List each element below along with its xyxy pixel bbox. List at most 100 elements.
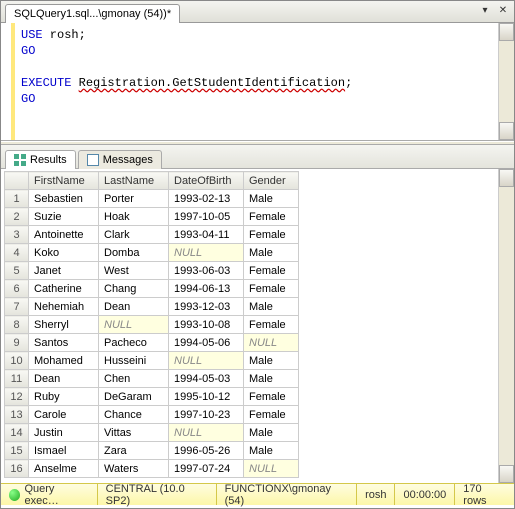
tab-close-icon[interactable]: ✕ [496,3,510,17]
cell[interactable]: Vittas [99,424,169,442]
row-number[interactable]: 7 [5,298,29,316]
cell[interactable]: NULL [169,352,244,370]
cell[interactable]: Mohamed [29,352,99,370]
row-number[interactable]: 5 [5,262,29,280]
cell[interactable]: Female [244,262,299,280]
editor-content[interactable]: USE rosh; GO EXECUTE Registration.GetStu… [15,23,498,140]
cell[interactable]: Antoinette [29,226,99,244]
row-number[interactable]: 13 [5,406,29,424]
table-row[interactable]: 11DeanChen1994-05-03Male [5,370,299,388]
col-header-lastname[interactable]: LastName [99,172,169,190]
tab-dropdown-icon[interactable]: ▾ [478,3,492,17]
cell[interactable]: 1993-04-11 [169,226,244,244]
tab-messages[interactable]: Messages [78,150,162,169]
col-header-gender[interactable]: Gender [244,172,299,190]
row-number[interactable]: 3 [5,226,29,244]
cell[interactable]: Husseini [99,352,169,370]
cell[interactable]: Male [244,298,299,316]
cell[interactable]: NULL [169,424,244,442]
cell[interactable]: Chance [99,406,169,424]
cell[interactable]: 1996-05-26 [169,442,244,460]
table-row[interactable]: 4KokoDombaNULLMale [5,244,299,262]
table-row[interactable]: 1SebastienPorter1993-02-13Male [5,190,299,208]
table-row[interactable]: 3AntoinetteClark1993-04-11Female [5,226,299,244]
cell[interactable]: Carole [29,406,99,424]
table-row[interactable]: 7NehemiahDean1993-12-03Male [5,298,299,316]
table-row[interactable]: 16AnselmeWaters1997-07-24NULL [5,460,299,478]
cell[interactable]: Male [244,190,299,208]
cell[interactable]: Sherryl [29,316,99,334]
col-header-firstname[interactable]: FirstName [29,172,99,190]
cell[interactable]: 1994-05-06 [169,334,244,352]
cell[interactable]: Chang [99,280,169,298]
table-row[interactable]: 13CaroleChance1997-10-23Female [5,406,299,424]
cell[interactable]: Female [244,208,299,226]
col-header-dateofbirth[interactable]: DateOfBirth [169,172,244,190]
cell[interactable]: Porter [99,190,169,208]
cell[interactable]: Male [244,352,299,370]
cell[interactable]: Ismael [29,442,99,460]
cell[interactable]: 1997-10-23 [169,406,244,424]
cell[interactable]: Dean [29,370,99,388]
cell[interactable]: Anselme [29,460,99,478]
cell[interactable]: Chen [99,370,169,388]
grid-vertical-scrollbar[interactable] [498,169,514,483]
cell[interactable]: Dean [99,298,169,316]
cell[interactable]: Clark [99,226,169,244]
table-row[interactable]: 9SantosPacheco1994-05-06NULL [5,334,299,352]
sql-editor[interactable]: USE rosh; GO EXECUTE Registration.GetStu… [1,23,514,141]
cell[interactable]: Female [244,316,299,334]
cell[interactable]: NULL [99,316,169,334]
row-number[interactable]: 2 [5,208,29,226]
cell[interactable]: 1994-06-13 [169,280,244,298]
row-number[interactable]: 1 [5,190,29,208]
cell[interactable]: Santos [29,334,99,352]
cell[interactable]: 1993-06-03 [169,262,244,280]
cell[interactable]: Female [244,280,299,298]
table-row[interactable]: 15IsmaelZara1996-05-26Male [5,442,299,460]
cell[interactable]: Nehemiah [29,298,99,316]
editor-vertical-scrollbar[interactable] [498,23,514,140]
cell[interactable]: Hoak [99,208,169,226]
row-number[interactable]: 4 [5,244,29,262]
cell[interactable]: Suzie [29,208,99,226]
row-number[interactable]: 12 [5,388,29,406]
row-number[interactable]: 9 [5,334,29,352]
table-row[interactable]: 6CatherineChang1994-06-13Female [5,280,299,298]
row-number[interactable]: 14 [5,424,29,442]
table-row[interactable]: 12RubyDeGaram1995-10-12Female [5,388,299,406]
table-row[interactable]: 2SuzieHoak1997-10-05Female [5,208,299,226]
cell[interactable]: Domba [99,244,169,262]
cell[interactable]: Male [244,370,299,388]
row-number[interactable]: 11 [5,370,29,388]
row-number[interactable]: 15 [5,442,29,460]
tab-results[interactable]: Results [5,150,76,169]
cell[interactable]: West [99,262,169,280]
cell[interactable]: 1993-10-08 [169,316,244,334]
corner-cell[interactable] [5,172,29,190]
row-number[interactable]: 6 [5,280,29,298]
cell[interactable]: Janet [29,262,99,280]
cell[interactable]: Male [244,442,299,460]
cell[interactable]: Justin [29,424,99,442]
cell[interactable]: 1993-12-03 [169,298,244,316]
cell[interactable]: Waters [99,460,169,478]
row-number[interactable]: 8 [5,316,29,334]
cell[interactable]: DeGaram [99,388,169,406]
cell[interactable]: 1994-05-03 [169,370,244,388]
table-row[interactable]: 8SherrylNULL1993-10-08Female [5,316,299,334]
cell[interactable]: NULL [169,244,244,262]
results-grid[interactable]: FirstName LastName DateOfBirth Gender 1S… [4,171,299,478]
cell[interactable]: 1995-10-12 [169,388,244,406]
cell[interactable]: Female [244,388,299,406]
cell[interactable]: NULL [244,334,299,352]
row-number[interactable]: 16 [5,460,29,478]
row-number[interactable]: 10 [5,352,29,370]
table-row[interactable]: 5JanetWest1993-06-03Female [5,262,299,280]
cell[interactable]: Pacheco [99,334,169,352]
cell[interactable]: Koko [29,244,99,262]
cell[interactable]: NULL [244,460,299,478]
cell[interactable]: Ruby [29,388,99,406]
cell[interactable]: Catherine [29,280,99,298]
table-row[interactable]: 10MohamedHusseiniNULLMale [5,352,299,370]
